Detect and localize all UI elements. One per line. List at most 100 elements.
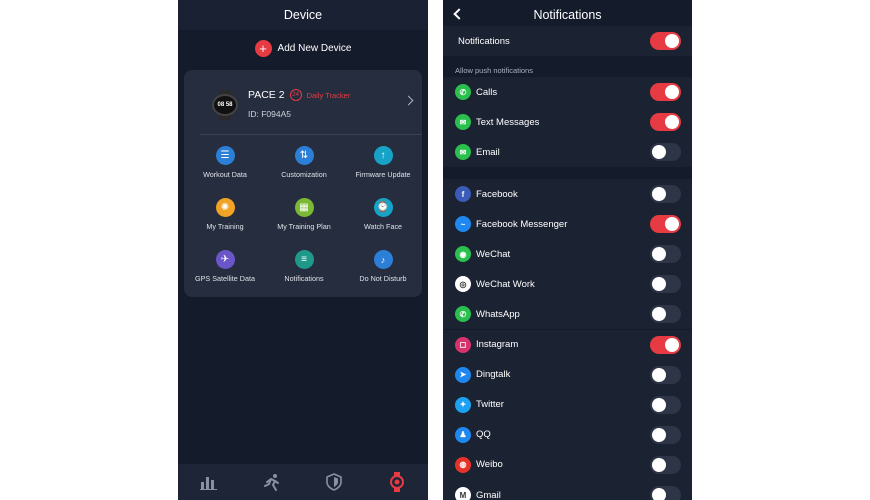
notifications-screen: Notifications Notifications Allow push n… — [443, 0, 692, 500]
device-name-row: PACE 2 24 Daily Tracker — [248, 89, 350, 101]
master-notifications-row: Notifications — [443, 26, 692, 56]
watch-icon: ⌚ — [373, 198, 393, 217]
add-device-button[interactable]: + Add New Device — [178, 40, 428, 57]
feature-my-training-plan[interactable]: ▦ My Training Plan — [264, 198, 344, 231]
list-icon: ☰ — [215, 146, 235, 165]
stats-tab-icon[interactable] — [198, 471, 220, 493]
device-header: Device — [178, 0, 428, 30]
notification-label: WeChat Work — [476, 278, 535, 290]
notification-toggle[interactable] — [650, 335, 681, 354]
text-messages-icon: ✉ — [455, 114, 471, 130]
notification-toggle[interactable] — [650, 245, 681, 264]
notification-label: Weibo — [476, 459, 503, 471]
notification-row-qq: ♟ QQ — [443, 419, 692, 450]
feature-customization[interactable]: ⇅ Customization — [264, 146, 344, 179]
sparkle-icon: ✺ — [215, 198, 235, 217]
message-icon: ≡ — [294, 250, 314, 269]
notification-toggle[interactable] — [650, 395, 681, 414]
device-card: 08 58 PACE 2 24 Daily Tracker ID: F094A5… — [184, 70, 422, 297]
notification-label: Email — [476, 146, 500, 158]
feature-my-training[interactable]: ✺ My Training — [185, 198, 265, 231]
notification-label: Dingtalk — [476, 369, 511, 381]
daily-tracker-label: Daily Tracker — [306, 90, 351, 100]
dingtalk-icon: ➤ — [455, 366, 471, 383]
notification-toggle[interactable] — [650, 275, 681, 294]
feature-label: Customization — [281, 170, 327, 179]
calls-icon: ✆ — [455, 84, 471, 100]
notification-label: Facebook Messenger — [476, 218, 568, 230]
feature-label: GPS Satellite Data — [195, 274, 255, 283]
device-id: ID: F094A5 — [248, 109, 291, 119]
notification-row-whatsapp: ✆ WhatsApp — [443, 299, 692, 330]
shield-tab-icon[interactable] — [323, 471, 345, 493]
notification-toggle[interactable] — [650, 113, 681, 131]
page-title: Notifications — [533, 8, 602, 22]
notification-row-facebook: f Facebook — [443, 179, 692, 209]
notification-toggle[interactable] — [650, 185, 681, 203]
master-notifications-label: Notifications — [458, 35, 510, 47]
notification-row-email: ✉ Email — [443, 137, 692, 167]
whatsapp-icon: ✆ — [455, 306, 471, 323]
wechat-work-icon: ◎ — [455, 276, 471, 293]
notification-toggle[interactable] — [650, 305, 681, 324]
watch-image: 08 58 — [212, 90, 238, 120]
chevron-right-icon[interactable] — [403, 95, 414, 106]
notification-label: Calls — [476, 86, 498, 98]
notification-row-wechat-work: ◎ WeChat Work — [443, 269, 692, 300]
notification-label: QQ — [476, 429, 491, 441]
running-tab-icon[interactable] — [261, 471, 283, 493]
notification-row-calls: ✆ Calls — [443, 77, 692, 107]
notification-label: Instagram — [476, 339, 519, 350]
feature-notifications[interactable]: ≡ Notifications — [264, 250, 344, 283]
add-device-label: Add New Device — [277, 43, 352, 54]
notification-label: Facebook — [476, 188, 518, 200]
notification-toggle[interactable] — [650, 425, 681, 444]
facebook-messenger-icon: ~ — [455, 216, 471, 233]
watch-face-display: 08 58 — [212, 94, 238, 116]
notification-toggle[interactable] — [650, 365, 681, 384]
notification-row-twitter: ✦ Twitter — [443, 389, 692, 420]
twitter-icon: ✦ — [455, 396, 471, 413]
notification-toggle[interactable] — [650, 143, 681, 161]
watch-tab-icon[interactable] — [386, 471, 408, 493]
back-arrow-icon[interactable] — [453, 8, 465, 20]
notification-toggle[interactable] — [650, 83, 681, 101]
bell-icon: ♪ — [373, 250, 393, 269]
notification-row-instagram: ◻ Instagram — [443, 329, 692, 360]
notification-label: Text Messages — [476, 116, 540, 128]
bottom-tab-bar — [178, 464, 428, 500]
section-label: Allow push notifications — [455, 66, 533, 75]
feature-watch-face[interactable]: ⌚ Watch Face — [343, 198, 423, 231]
notification-toggle[interactable] — [650, 486, 681, 500]
notification-label: WhatsApp — [476, 308, 520, 320]
device-screen: Device + Add New Device 08 58 PACE 2 24 … — [178, 0, 428, 500]
notification-toggle[interactable] — [650, 215, 681, 234]
notification-toggle[interactable] — [650, 455, 681, 474]
notification-row-facebook-messenger: ~ Facebook Messenger — [443, 209, 692, 240]
qq-icon: ♟ — [455, 426, 471, 443]
feature-label: My Training — [206, 222, 244, 231]
feature-workout-data[interactable]: ☰ Workout Data — [185, 146, 265, 179]
master-notifications-toggle[interactable] — [650, 32, 681, 50]
device-name: PACE 2 — [248, 89, 285, 101]
email-icon: ✉ — [455, 144, 471, 160]
feature-label: Do Not Disturb — [359, 274, 407, 283]
feature-gps-satellite-data[interactable]: ✈ GPS Satellite Data — [185, 250, 265, 283]
wechat-icon: ◉ — [455, 246, 471, 263]
plus-icon: + — [254, 40, 272, 57]
notification-label: Twitter — [476, 399, 504, 411]
gmail-icon: M — [455, 487, 471, 500]
facebook-icon: f — [455, 186, 471, 202]
notification-label: Gmail — [476, 489, 501, 500]
arrow-up-icon: ↑ — [373, 146, 393, 165]
feature-label: Firmware Update — [355, 170, 411, 179]
feature-label: Notifications — [284, 274, 324, 283]
divider — [200, 134, 422, 135]
sliders-icon: ⇅ — [294, 146, 314, 165]
weibo-icon: ◍ — [455, 456, 471, 473]
notification-row-gmail: M Gmail — [443, 480, 692, 500]
page-title: Device — [283, 8, 323, 22]
feature-do-not-disturb[interactable]: ♪ Do Not Disturb — [343, 250, 423, 283]
feature-firmware-update[interactable]: ↑ Firmware Update — [343, 146, 423, 179]
feature-label: Watch Face — [363, 222, 403, 231]
